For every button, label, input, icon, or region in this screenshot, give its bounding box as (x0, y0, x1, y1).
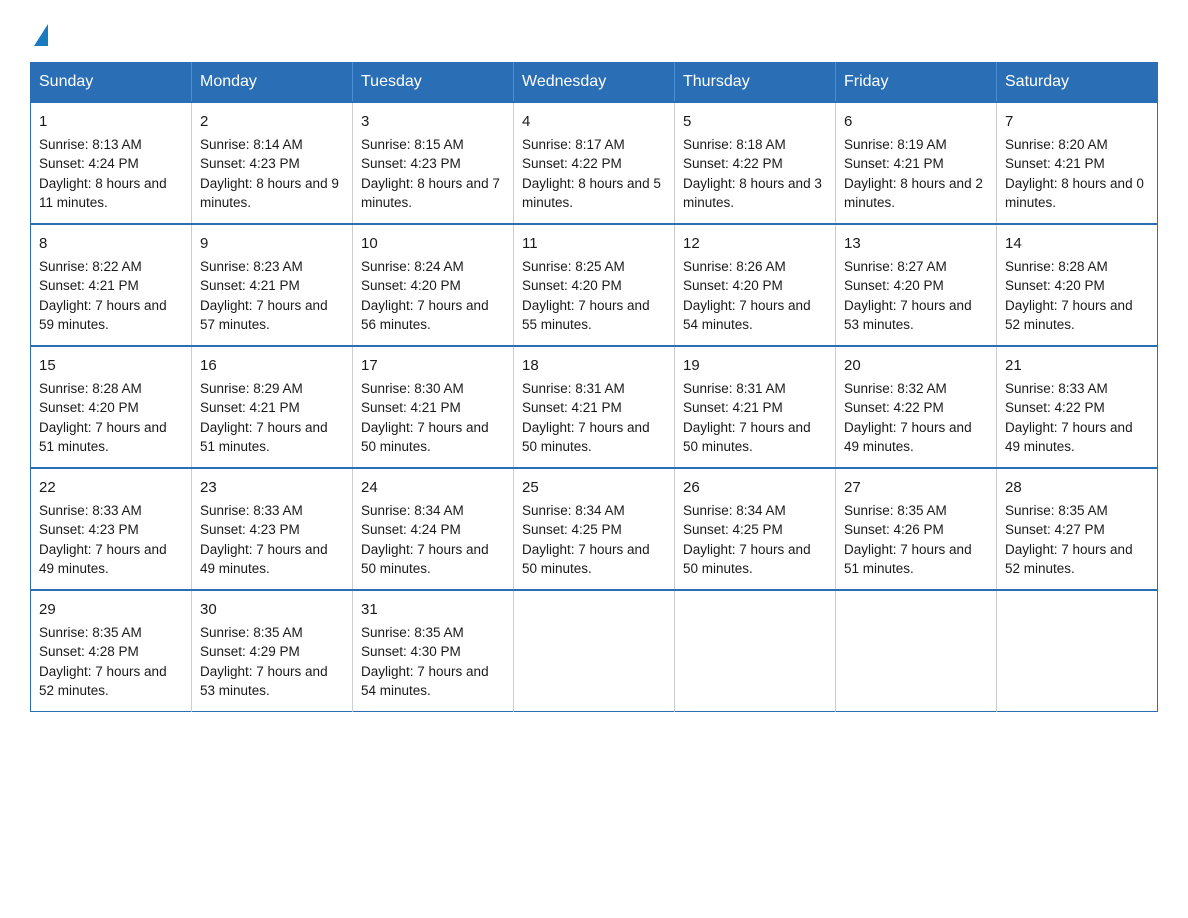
day-number: 11 (522, 233, 666, 255)
day-number: 15 (39, 355, 183, 377)
calendar-cell: 7Sunrise: 8:20 AMSunset: 4:21 PMDaylight… (997, 102, 1158, 224)
day-number: 20 (844, 355, 988, 377)
day-number: 31 (361, 599, 505, 621)
day-number: 6 (844, 111, 988, 133)
day-number: 12 (683, 233, 827, 255)
day-number: 27 (844, 477, 988, 499)
day-number: 8 (39, 233, 183, 255)
weekday-header-thursday: Thursday (675, 63, 836, 103)
day-number: 5 (683, 111, 827, 133)
calendar-week-row: 15Sunrise: 8:28 AMSunset: 4:20 PMDayligh… (31, 346, 1158, 468)
calendar-cell: 1Sunrise: 8:13 AMSunset: 4:24 PMDaylight… (31, 102, 192, 224)
day-number: 26 (683, 477, 827, 499)
day-number: 25 (522, 477, 666, 499)
day-number: 13 (844, 233, 988, 255)
day-number: 10 (361, 233, 505, 255)
calendar-cell: 30Sunrise: 8:35 AMSunset: 4:29 PMDayligh… (192, 590, 353, 712)
calendar-cell: 15Sunrise: 8:28 AMSunset: 4:20 PMDayligh… (31, 346, 192, 468)
day-number: 23 (200, 477, 344, 499)
day-number: 1 (39, 111, 183, 133)
logo-triangle-icon (34, 24, 48, 46)
calendar-cell: 18Sunrise: 8:31 AMSunset: 4:21 PMDayligh… (514, 346, 675, 468)
header (30, 20, 1158, 46)
day-number: 21 (1005, 355, 1149, 377)
calendar-cell: 3Sunrise: 8:15 AMSunset: 4:23 PMDaylight… (353, 102, 514, 224)
calendar-cell: 16Sunrise: 8:29 AMSunset: 4:21 PMDayligh… (192, 346, 353, 468)
calendar-cell: 11Sunrise: 8:25 AMSunset: 4:20 PMDayligh… (514, 224, 675, 346)
calendar-cell: 2Sunrise: 8:14 AMSunset: 4:23 PMDaylight… (192, 102, 353, 224)
calendar-week-row: 29Sunrise: 8:35 AMSunset: 4:28 PMDayligh… (31, 590, 1158, 712)
day-number: 19 (683, 355, 827, 377)
calendar-cell: 28Sunrise: 8:35 AMSunset: 4:27 PMDayligh… (997, 468, 1158, 590)
calendar-cell: 24Sunrise: 8:34 AMSunset: 4:24 PMDayligh… (353, 468, 514, 590)
calendar-cell: 21Sunrise: 8:33 AMSunset: 4:22 PMDayligh… (997, 346, 1158, 468)
calendar-cell: 26Sunrise: 8:34 AMSunset: 4:25 PMDayligh… (675, 468, 836, 590)
calendar-week-row: 1Sunrise: 8:13 AMSunset: 4:24 PMDaylight… (31, 102, 1158, 224)
day-number: 4 (522, 111, 666, 133)
calendar-cell (675, 590, 836, 712)
calendar-table: SundayMondayTuesdayWednesdayThursdayFrid… (30, 62, 1158, 712)
day-number: 14 (1005, 233, 1149, 255)
day-number: 22 (39, 477, 183, 499)
calendar-cell: 10Sunrise: 8:24 AMSunset: 4:20 PMDayligh… (353, 224, 514, 346)
day-number: 16 (200, 355, 344, 377)
calendar-week-row: 22Sunrise: 8:33 AMSunset: 4:23 PMDayligh… (31, 468, 1158, 590)
day-number: 7 (1005, 111, 1149, 133)
weekday-header-wednesday: Wednesday (514, 63, 675, 103)
day-number: 29 (39, 599, 183, 621)
day-number: 28 (1005, 477, 1149, 499)
calendar-cell: 22Sunrise: 8:33 AMSunset: 4:23 PMDayligh… (31, 468, 192, 590)
calendar-cell: 9Sunrise: 8:23 AMSunset: 4:21 PMDaylight… (192, 224, 353, 346)
day-number: 30 (200, 599, 344, 621)
calendar-cell: 27Sunrise: 8:35 AMSunset: 4:26 PMDayligh… (836, 468, 997, 590)
calendar-cell: 31Sunrise: 8:35 AMSunset: 4:30 PMDayligh… (353, 590, 514, 712)
calendar-cell: 25Sunrise: 8:34 AMSunset: 4:25 PMDayligh… (514, 468, 675, 590)
logo (30, 20, 48, 46)
calendar-cell: 8Sunrise: 8:22 AMSunset: 4:21 PMDaylight… (31, 224, 192, 346)
weekday-header-saturday: Saturday (997, 63, 1158, 103)
calendar-cell: 4Sunrise: 8:17 AMSunset: 4:22 PMDaylight… (514, 102, 675, 224)
weekday-header-friday: Friday (836, 63, 997, 103)
calendar-cell (836, 590, 997, 712)
calendar-cell: 6Sunrise: 8:19 AMSunset: 4:21 PMDaylight… (836, 102, 997, 224)
calendar-week-row: 8Sunrise: 8:22 AMSunset: 4:21 PMDaylight… (31, 224, 1158, 346)
calendar-cell: 29Sunrise: 8:35 AMSunset: 4:28 PMDayligh… (31, 590, 192, 712)
calendar-cell (514, 590, 675, 712)
day-number: 24 (361, 477, 505, 499)
calendar-cell: 23Sunrise: 8:33 AMSunset: 4:23 PMDayligh… (192, 468, 353, 590)
weekday-header-sunday: Sunday (31, 63, 192, 103)
day-number: 3 (361, 111, 505, 133)
day-number: 17 (361, 355, 505, 377)
day-number: 2 (200, 111, 344, 133)
calendar-cell (997, 590, 1158, 712)
calendar-cell: 13Sunrise: 8:27 AMSunset: 4:20 PMDayligh… (836, 224, 997, 346)
day-number: 9 (200, 233, 344, 255)
calendar-cell: 12Sunrise: 8:26 AMSunset: 4:20 PMDayligh… (675, 224, 836, 346)
day-number: 18 (522, 355, 666, 377)
calendar-cell: 17Sunrise: 8:30 AMSunset: 4:21 PMDayligh… (353, 346, 514, 468)
weekday-header-row: SundayMondayTuesdayWednesdayThursdayFrid… (31, 63, 1158, 103)
calendar-cell: 19Sunrise: 8:31 AMSunset: 4:21 PMDayligh… (675, 346, 836, 468)
weekday-header-monday: Monday (192, 63, 353, 103)
calendar-cell: 14Sunrise: 8:28 AMSunset: 4:20 PMDayligh… (997, 224, 1158, 346)
weekday-header-tuesday: Tuesday (353, 63, 514, 103)
calendar-cell: 20Sunrise: 8:32 AMSunset: 4:22 PMDayligh… (836, 346, 997, 468)
calendar-cell: 5Sunrise: 8:18 AMSunset: 4:22 PMDaylight… (675, 102, 836, 224)
